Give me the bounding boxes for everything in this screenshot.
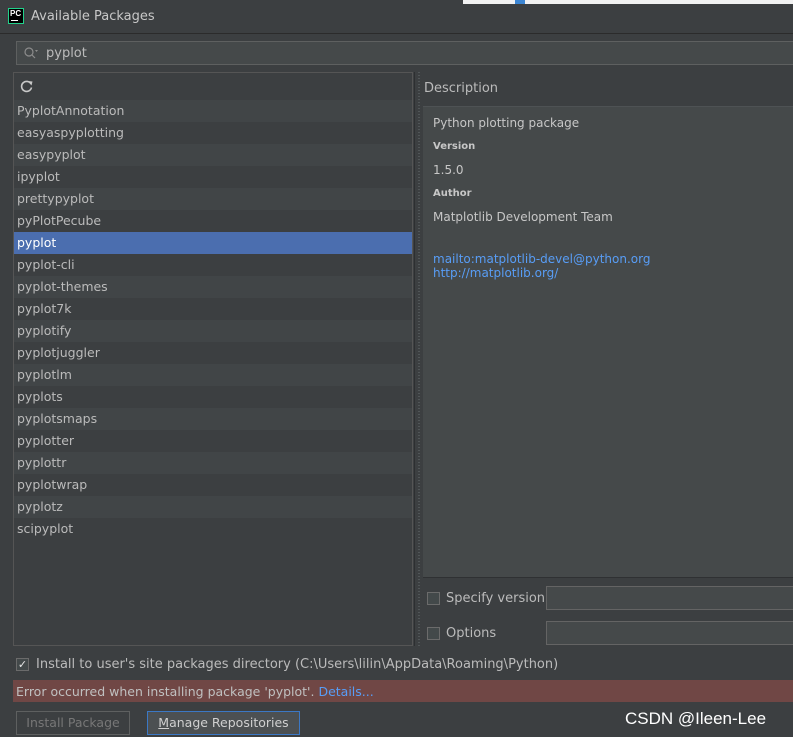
package-list-item[interactable]: pyplots — [14, 386, 412, 408]
search-box[interactable] — [16, 41, 793, 65]
author-heading: Author — [433, 188, 472, 199]
package-list-item[interactable]: pyplotwrap — [14, 474, 412, 496]
title-bar: PC Available Packages — [0, 0, 793, 34]
background-window-strip — [463, 0, 793, 4]
description-pane: Python plotting package Version 1.5.0 Au… — [423, 107, 793, 578]
package-list-item[interactable]: pyplotz — [14, 496, 412, 518]
background-window-tag — [515, 0, 525, 4]
package-list-panel: PyplotAnnotation easyaspyplotting easypypl… — [13, 72, 413, 646]
package-list-item[interactable]: ipyplot — [14, 166, 412, 188]
package-list-item[interactable]: pyplotsmaps — [14, 408, 412, 430]
install-user-label: Install to user's site packages director… — [36, 657, 559, 672]
specify-version-label: Specify version — [446, 591, 546, 606]
list-toolbar — [14, 73, 412, 99]
package-author: Matplotlib Development Team — [433, 210, 613, 224]
package-list: PyplotAnnotation easyaspyplotting easypypl… — [14, 100, 412, 540]
install-package-button[interactable]: Install Package — [16, 711, 130, 735]
mailto-link[interactable]: mailto:matplotlib-devel@python.org — [433, 252, 650, 266]
search-icon — [24, 47, 38, 59]
description-label: Description — [424, 81, 499, 96]
error-banner: Error occurred when installing package '… — [13, 680, 793, 702]
package-list-item[interactable]: easyaspyplotting — [14, 122, 412, 144]
options-label: Options — [446, 626, 497, 641]
package-list-item[interactable]: pyplot-themes — [14, 276, 412, 298]
package-list-item[interactable]: pyplotify — [14, 320, 412, 342]
package-list-item[interactable]: pyplot — [14, 232, 412, 254]
package-list-item[interactable]: pyplotjuggler — [14, 342, 412, 364]
package-list-item[interactable]: PyplotAnnotation — [14, 100, 412, 122]
refresh-icon[interactable] — [20, 79, 34, 93]
homepage-link[interactable]: http://matplotlib.org/ — [433, 266, 558, 280]
specify-version-checkbox[interactable] — [427, 592, 440, 605]
package-list-item[interactable]: pyplotter — [14, 430, 412, 452]
package-list-item[interactable]: pyPlotPecube — [14, 210, 412, 232]
splitter-handle[interactable] — [414, 72, 423, 646]
package-list-item[interactable]: pyplotlm — [14, 364, 412, 386]
install-user-checkbox[interactable]: ✓ — [16, 658, 29, 671]
search-input[interactable] — [46, 45, 746, 61]
options-checkbox[interactable] — [427, 627, 440, 640]
version-heading: Version — [433, 141, 476, 152]
package-list-item[interactable]: pyplot7k — [14, 298, 412, 320]
pycharm-app-icon: PC — [8, 8, 24, 24]
package-list-item[interactable]: pyplot-cli — [14, 254, 412, 276]
error-details-link[interactable]: Details... — [318, 684, 373, 699]
package-list-item[interactable]: pyplottr — [14, 452, 412, 474]
package-list-item[interactable]: prettypyplot — [14, 188, 412, 210]
error-message: Error occurred when installing package '… — [16, 684, 374, 699]
package-version: 1.5.0 — [433, 163, 464, 177]
window-title: Available Packages — [31, 9, 155, 24]
package-list-item[interactable]: scipyplot — [14, 518, 412, 540]
package-summary: Python plotting package — [433, 116, 580, 130]
package-list-item[interactable]: easypyplot — [14, 144, 412, 166]
specify-version-field[interactable] — [546, 586, 793, 610]
manage-repositories-button[interactable]: Manage Repositories — [147, 711, 300, 735]
watermark: CSDN @Ileen-Lee — [625, 709, 767, 728]
options-field[interactable] — [546, 621, 793, 645]
